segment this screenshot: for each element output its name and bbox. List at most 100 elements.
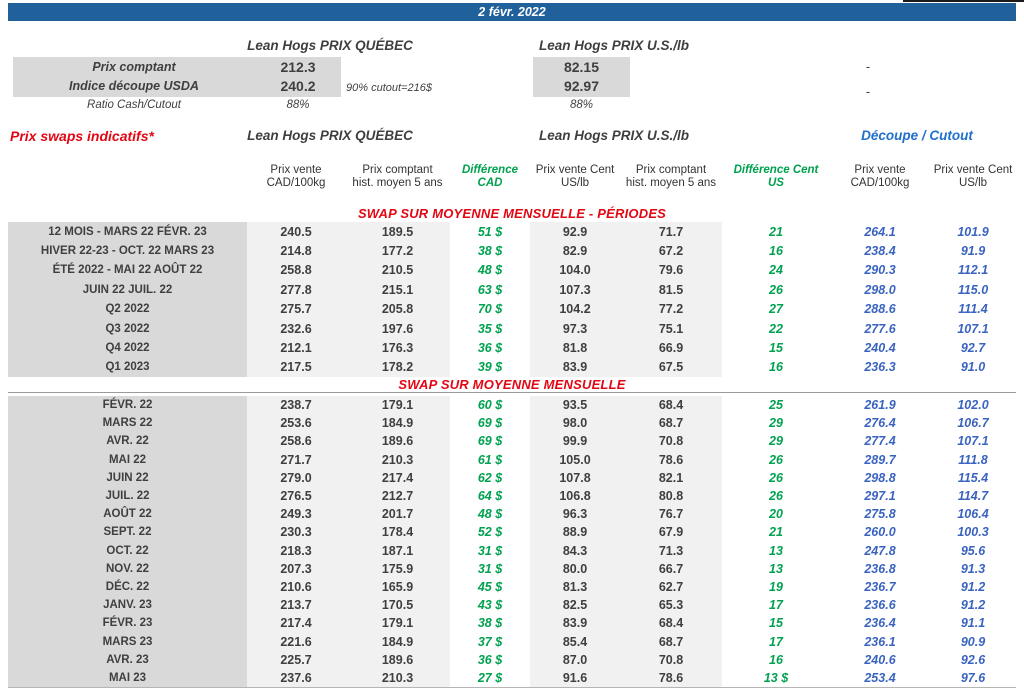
- table-cell: 85.4: [530, 632, 620, 651]
- table-row: Q3 2022 232.6 197.6 35 $ 97.3 75.1 22 277.6 107.…: [8, 318, 1016, 339]
- table-cell: 35 $: [477, 321, 503, 336]
- table-cell: 98.0: [530, 414, 620, 433]
- table-cell: 92.9: [530, 222, 620, 242]
- table-cell: 101.9: [957, 224, 989, 239]
- row-label: JUIL. 22: [8, 486, 247, 506]
- table-cell: 236.4: [864, 616, 896, 631]
- row-label: MARS 22: [8, 414, 247, 433]
- table-row: AVR. 22 258.6 189.6 69 $ 99.9 70.8 29 277.4 107.…: [8, 432, 1016, 451]
- table-cell: 114.7: [957, 489, 989, 504]
- table-cell: 48 $: [477, 263, 503, 278]
- table-cell: 264.1: [864, 224, 896, 239]
- usda-cutout-us-value: 92.97: [563, 78, 600, 94]
- table-cell: 80.8: [620, 486, 722, 506]
- table-cell: 212.1: [247, 338, 345, 358]
- col-header-difference-centus: Différence Cent US: [733, 163, 819, 189]
- table-cell: 81.8: [530, 338, 620, 358]
- col-header-hist-us: Prix comptant hist. moyen 5 ans: [625, 163, 717, 189]
- table-row: ÉTÉ 2022 - MAI 22 AOÛT 22 258.8 210.5 48 $ 1…: [8, 260, 1016, 281]
- col-header-cutout-centus: Prix vente Cent US/lb: [933, 163, 1013, 189]
- table-cell: 82.1: [620, 468, 722, 487]
- table-cell: 21: [769, 224, 783, 239]
- table-cell: 95.6: [960, 543, 986, 558]
- table-cell: 67.9: [620, 523, 722, 542]
- table-cell: 82.9: [530, 241, 620, 261]
- table-cell: 84.3: [530, 541, 620, 560]
- table-row: MAI 22 271.7 210.3 61 $ 105.0 78.6 26 289.7 111.…: [8, 450, 1016, 469]
- table-cell: 210.3: [345, 668, 450, 687]
- table-cell: 31 $: [477, 543, 503, 558]
- table-cell: 91.0: [960, 360, 986, 375]
- table-cell: 66.9: [620, 338, 722, 358]
- table-row: JUIN 22 JUIL. 22 277.8 215.1 63 $ 107.3 81.5 2…: [8, 280, 1016, 300]
- ratio-qc-value: 88%: [286, 99, 310, 111]
- table-cell: 69 $: [477, 416, 503, 431]
- row-label: AVR. 23: [8, 650, 247, 669]
- table-row: NOV. 22 207.3 175.9 31 $ 80.0 66.7 13 236.8 91.3: [8, 559, 1016, 578]
- row-label: Q4 2022: [8, 338, 247, 358]
- table-cell: 91.2: [960, 579, 986, 594]
- row-label: NOV. 22: [8, 559, 247, 578]
- table-cell: 97.3: [530, 318, 620, 339]
- table-cell: 112.1: [957, 263, 989, 278]
- table-cell: 170.5: [345, 596, 450, 615]
- table-cell: 68.7: [620, 414, 722, 433]
- table-cell: 70.8: [620, 432, 722, 451]
- row-label: SEPT. 22: [8, 523, 247, 542]
- table-row: MARS 23 221.6 184.9 37 $ 85.4 68.7 17 236.1 90.9: [8, 632, 1016, 651]
- table-cell: 15: [769, 616, 783, 631]
- table-cell: 104.2: [530, 299, 620, 319]
- table-cell: 83.9: [530, 614, 620, 633]
- row-label: JUIN 22 JUIL. 22: [8, 280, 247, 300]
- table-cell: 22: [769, 321, 783, 336]
- row-label: MARS 23: [8, 632, 247, 651]
- column-header-spacer: [8, 150, 247, 204]
- cutout-group-header: Découpe / Cutout: [861, 128, 973, 143]
- table-cell: 81.3: [530, 577, 620, 597]
- table-cell: 175.9: [345, 559, 450, 578]
- table-cell: 80.0: [530, 559, 620, 578]
- table-row: MAI 23 237.6 210.3 27 $ 91.6 78.6 13 $ 253.4 97.…: [8, 668, 1016, 687]
- row-label: AVR. 22: [8, 432, 247, 451]
- table-cell: 210.5: [345, 260, 450, 281]
- table-cell: 237.6: [247, 668, 345, 687]
- table-cell: 97.6: [960, 670, 986, 685]
- table-cell: 16: [769, 244, 783, 259]
- spot-price-label: Prix comptant: [92, 60, 176, 74]
- table-cell: 189.5: [345, 222, 450, 242]
- row-label: AOÛT 22: [8, 505, 247, 524]
- table-cell: 24: [769, 263, 783, 278]
- col-header-difference-cad: Différence CAD: [461, 163, 519, 189]
- table-cell: 17: [769, 598, 783, 613]
- table-cell: 68.7: [620, 632, 722, 651]
- column-header-row: Prix vente CAD/100kg Prix comptant hist.…: [8, 150, 1016, 204]
- table-cell: 258.6: [247, 432, 345, 451]
- table-cell: 20: [769, 507, 783, 522]
- table-cell: 290.3: [864, 263, 896, 278]
- cutout-note: 90% cutout=216$: [346, 82, 432, 94]
- table-cell: 105.0: [530, 450, 620, 469]
- table-cell: 236.1: [864, 634, 896, 649]
- table-cell: 201.7: [345, 505, 450, 524]
- table-cell: 91.9: [960, 244, 986, 259]
- table-row: JANV. 23 213.7 170.5 43 $ 82.5 65.3 17 236.6 91.…: [8, 596, 1016, 615]
- table-cell: 184.9: [345, 414, 450, 433]
- table-cell: 187.1: [345, 541, 450, 560]
- table-cell: 75.1: [620, 318, 722, 339]
- table-cell: 64 $: [477, 489, 503, 504]
- table-cell: 16: [769, 360, 783, 375]
- table-cell: 51 $: [477, 224, 503, 239]
- table-cell: 221.6: [247, 632, 345, 651]
- table-cell: 36 $: [477, 652, 503, 667]
- table-cell: 277.6: [864, 321, 896, 336]
- table-cell: 78.6: [620, 668, 722, 687]
- table-row: DÉC. 22 210.6 165.9 45 $ 81.3 62.7 19 236.7 91.2: [8, 577, 1016, 597]
- table-cell: 217.4: [345, 468, 450, 487]
- table-cell: 279.0: [247, 468, 345, 487]
- table-row: Q2 2022 275.7 205.8 70 $ 104.2 77.2 27 288.6 111…: [8, 299, 1016, 319]
- table-cell: 91.1: [960, 616, 986, 631]
- table-cell: 217.5: [247, 357, 345, 378]
- table-cell: 230.3: [247, 523, 345, 542]
- table-cell: 106.7: [957, 416, 989, 431]
- row-label: FÉVR. 23: [8, 614, 247, 633]
